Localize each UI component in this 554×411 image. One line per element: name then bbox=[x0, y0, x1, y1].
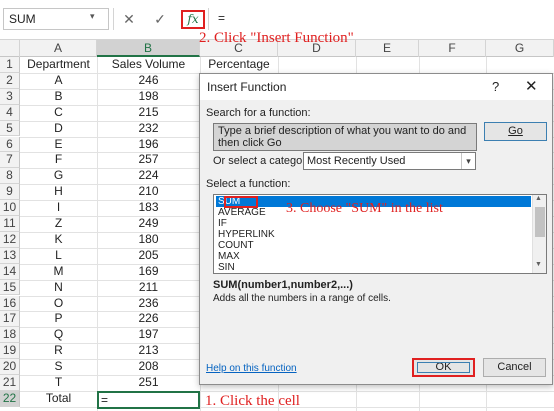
row-header-5[interactable]: 5 bbox=[0, 120, 20, 137]
chevron-down-icon[interactable]: ▾ bbox=[461, 153, 475, 169]
row-header-21[interactable]: 21 bbox=[0, 375, 20, 391]
department-cell[interactable]: C bbox=[20, 105, 97, 121]
function-item-sin[interactable]: SIN bbox=[216, 262, 531, 273]
row-header-14[interactable]: 14 bbox=[0, 263, 20, 280]
function-signature: SUM(number1,number2,...) bbox=[213, 279, 353, 291]
category-select[interactable]: Most Recently Used bbox=[303, 152, 476, 170]
department-cell[interactable]: P bbox=[20, 311, 97, 327]
search-label: Search for a function: bbox=[206, 107, 311, 119]
department-cell[interactable]: S bbox=[20, 359, 97, 375]
insert-function-dialog: Insert Function ? ✕ Search for a functio… bbox=[199, 73, 553, 385]
close-icon[interactable]: ✕ bbox=[525, 77, 538, 95]
row-header-18[interactable]: 18 bbox=[0, 327, 20, 344]
function-item-if[interactable]: IF bbox=[216, 218, 531, 229]
department-cell[interactable]: Q bbox=[20, 327, 97, 343]
sales-volume-cell[interactable]: 196 bbox=[97, 137, 200, 153]
sales-volume-cell[interactable]: 169 bbox=[97, 264, 200, 280]
department-cell[interactable]: K bbox=[20, 232, 97, 248]
department-cell[interactable]: T bbox=[20, 375, 97, 391]
sales-volume-cell[interactable]: 232 bbox=[97, 121, 200, 137]
help-icon[interactable]: ? bbox=[492, 79, 499, 94]
row-header-12[interactable]: 12 bbox=[0, 231, 20, 248]
help-on-function-link[interactable]: Help on this function bbox=[206, 363, 297, 374]
sales-volume-cell[interactable]: 210 bbox=[97, 184, 200, 200]
ok-button[interactable]: OK bbox=[412, 358, 475, 377]
department-cell[interactable]: G bbox=[20, 168, 97, 184]
function-description: Adds all the numbers in a range of cells… bbox=[213, 293, 391, 304]
row-header-6[interactable]: 6 bbox=[0, 136, 20, 153]
sales-volume-cell[interactable]: 213 bbox=[97, 343, 200, 359]
dialog-title-bar: Insert Function ? ✕ bbox=[200, 74, 552, 100]
dialog-title: Insert Function bbox=[207, 80, 287, 94]
department-cell[interactable]: B bbox=[20, 89, 97, 105]
sales-volume-cell[interactable]: 251 bbox=[97, 375, 200, 391]
row-header-3[interactable]: 3 bbox=[0, 88, 20, 105]
scroll-down-icon[interactable]: ▼ bbox=[535, 261, 542, 268]
row-header-9[interactable]: 9 bbox=[0, 184, 20, 201]
row-header-16[interactable]: 16 bbox=[0, 295, 20, 312]
department-cell[interactable]: E bbox=[20, 137, 97, 153]
sales-volume-cell[interactable]: 211 bbox=[97, 280, 200, 296]
department-cell[interactable]: Z bbox=[20, 216, 97, 232]
sales-volume-cell[interactable]: 180 bbox=[97, 232, 200, 248]
sales-volume-cell[interactable]: 257 bbox=[97, 152, 200, 168]
row-header-8[interactable]: 8 bbox=[0, 168, 20, 185]
function-search-input[interactable]: Type a brief description of what you wan… bbox=[213, 123, 477, 151]
row-header-2[interactable]: 2 bbox=[0, 72, 20, 89]
department-cell[interactable]: F bbox=[20, 152, 97, 168]
department-cell[interactable]: O bbox=[20, 296, 97, 312]
sales-volume-cell[interactable]: 236 bbox=[97, 296, 200, 312]
department-cell[interactable]: A bbox=[20, 73, 97, 89]
row-header-10[interactable]: 10 bbox=[0, 200, 20, 216]
row-header-1[interactable]: 1 bbox=[0, 57, 20, 73]
header-cell[interactable]: Sales Volume bbox=[97, 57, 200, 73]
active-cell-b22[interactable]: = bbox=[97, 391, 200, 409]
sales-volume-cell[interactable]: 226 bbox=[97, 311, 200, 327]
list-scrollbar[interactable]: ▲ ▼ bbox=[532, 195, 546, 273]
department-cell[interactable]: H bbox=[20, 184, 97, 200]
row-header-7[interactable]: 7 bbox=[0, 152, 20, 169]
ok-focus-ring bbox=[417, 362, 470, 373]
function-item-hyperlink[interactable]: HYPERLINK bbox=[216, 229, 531, 240]
sales-volume-cell[interactable]: 197 bbox=[97, 327, 200, 343]
row-header-19[interactable]: 19 bbox=[0, 343, 20, 360]
sales-volume-cell[interactable]: 249 bbox=[97, 216, 200, 232]
header-cell[interactable]: Percentage bbox=[200, 57, 278, 73]
row-header-15[interactable]: 15 bbox=[0, 279, 20, 296]
header-cell[interactable]: Department bbox=[20, 57, 97, 73]
scroll-thumb[interactable] bbox=[535, 207, 545, 237]
sum-highlight-box bbox=[224, 196, 258, 208]
scroll-up-icon[interactable]: ▲ bbox=[535, 195, 542, 202]
sales-volume-cell[interactable]: 198 bbox=[97, 89, 200, 105]
total-label-cell[interactable]: Total bbox=[20, 391, 97, 407]
function-list[interactable]: SUM AVERAGE IF HYPERLINK COUNT MAX SIN 3… bbox=[213, 194, 547, 274]
sales-volume-cell[interactable]: 208 bbox=[97, 359, 200, 375]
select-function-label: Select a function: bbox=[206, 178, 291, 190]
department-cell[interactable]: D bbox=[20, 121, 97, 137]
row-header-20[interactable]: 20 bbox=[0, 359, 20, 375]
department-cell[interactable]: I bbox=[20, 200, 97, 216]
annotation-step-1: 1. Click the cell bbox=[205, 393, 300, 409]
sales-volume-cell[interactable]: 246 bbox=[97, 73, 200, 89]
row-header-13[interactable]: 13 bbox=[0, 247, 20, 264]
department-cell[interactable]: R bbox=[20, 343, 97, 359]
function-item-max[interactable]: MAX bbox=[216, 251, 531, 262]
go-button[interactable]: Go bbox=[484, 122, 547, 141]
department-cell[interactable]: N bbox=[20, 280, 97, 296]
cancel-button[interactable]: Cancel bbox=[483, 358, 546, 377]
annotation-step-3: 3. Choose "SUM" in the list bbox=[286, 201, 443, 216]
department-cell[interactable]: M bbox=[20, 264, 97, 280]
row-header-17[interactable]: 17 bbox=[0, 311, 20, 328]
sales-volume-cell[interactable]: 215 bbox=[97, 105, 200, 121]
department-cell[interactable]: L bbox=[20, 248, 97, 264]
sales-volume-cell[interactable]: 183 bbox=[97, 200, 200, 216]
sales-volume-cell[interactable]: 205 bbox=[97, 248, 200, 264]
row-header-4[interactable]: 4 bbox=[0, 104, 20, 121]
row-header-22[interactable]: 22 bbox=[0, 390, 20, 407]
row-header-11[interactable]: 11 bbox=[0, 216, 20, 232]
sales-volume-cell[interactable]: 224 bbox=[97, 168, 200, 184]
category-label: Or select a category: bbox=[213, 155, 315, 167]
function-item-count[interactable]: COUNT bbox=[216, 240, 531, 251]
annotation-step-2: 2. Click "Insert Function" bbox=[199, 30, 354, 46]
